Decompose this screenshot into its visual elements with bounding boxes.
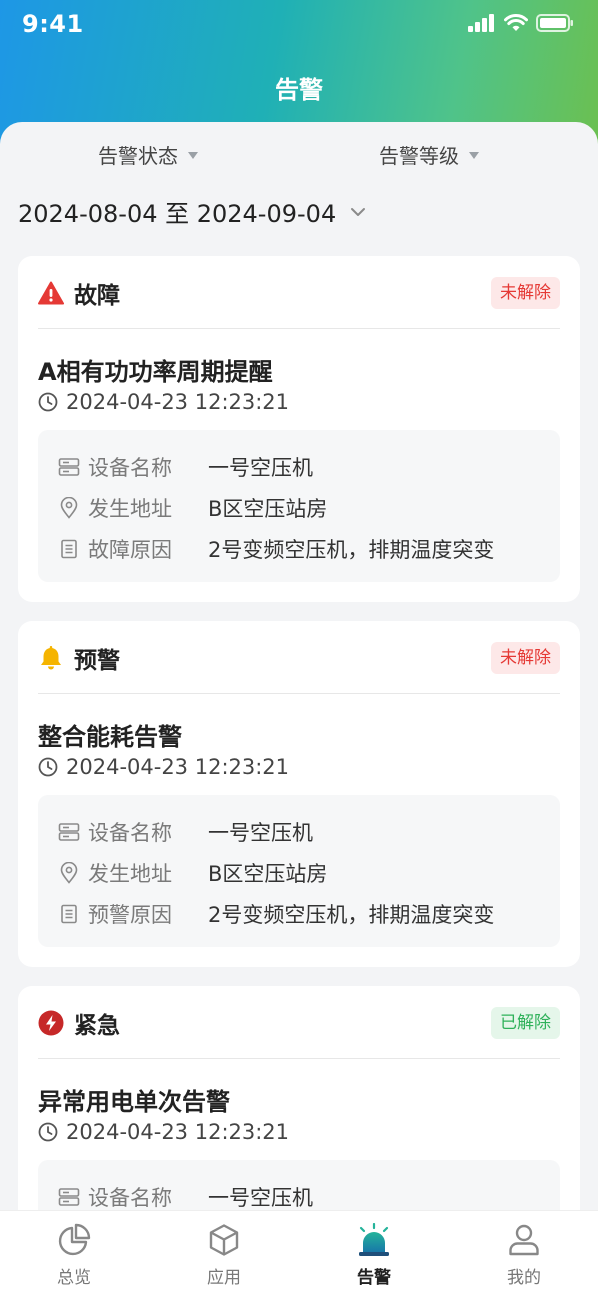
cube-icon [209, 1224, 239, 1256]
alert-type: 紧急 [74, 1013, 120, 1039]
pie-chart-icon [58, 1223, 91, 1256]
alarm-light-icon [359, 1223, 389, 1256]
device-value: 一号空压机 [208, 456, 313, 480]
document-icon [61, 539, 77, 559]
user-icon [509, 1224, 539, 1256]
alert-time: 2024-04-23 12:23:21 [38, 390, 289, 414]
fault-warning-icon [38, 281, 64, 305]
alert-type: 故障 [74, 283, 120, 309]
alert-info-box: 设备名称 一号空压机 发生地址 B区空压站房 预警原因 2号变频空压机，排期温度… [38, 795, 560, 947]
reason-label: 预警原因 [88, 903, 172, 927]
alert-status-filter-label: 告警状态 [98, 144, 178, 168]
location-value: B区空压站房 [208, 862, 328, 886]
status-time: 9:41 [22, 10, 84, 38]
chevron-down-icon [351, 207, 366, 216]
location-label: 发生地址 [88, 862, 172, 886]
location-label: 发生地址 [88, 497, 172, 521]
alert-card-header: 预警 [38, 641, 120, 675]
tab-alerts[interactable]: 告警 [324, 1223, 424, 1288]
alert-title: A相有功功率周期提醒 [38, 358, 273, 386]
caret-down-icon [188, 152, 198, 159]
alert-time: 2024-04-23 12:23:21 [38, 1120, 289, 1144]
alert-time-text: 2024-04-23 12:23:21 [66, 755, 290, 779]
alert-card-header: 故障 [38, 276, 120, 310]
reason-label: 故障原因 [88, 538, 172, 562]
device-label: 设备名称 [88, 1186, 172, 1210]
page-title: 告警 [275, 76, 323, 104]
tab-mine-label: 我的 [507, 1268, 541, 1288]
tab-alerts-label: 告警 [357, 1268, 391, 1288]
battery-icon [536, 14, 573, 32]
wifi-icon [504, 14, 528, 31]
device-row: 设备名称 一号空压机 [58, 1182, 313, 1212]
tab-overview[interactable]: 总览 [24, 1223, 124, 1288]
document-icon [61, 904, 77, 924]
location-value: B区空压站房 [208, 497, 328, 521]
reason-value: 2号变频空压机，排期温度突变 [208, 903, 495, 927]
bell-icon [41, 646, 61, 670]
device-icon [58, 458, 80, 476]
alert-time-text: 2024-04-23 12:23:21 [66, 390, 290, 414]
status-badge: 已解除 [491, 1007, 560, 1039]
device-value: 一号空压机 [208, 1186, 313, 1210]
alert-time-text: 2024-04-23 12:23:21 [66, 1120, 290, 1144]
lightning-icon [38, 1010, 64, 1036]
status-icons [468, 14, 574, 32]
location-pin-icon [60, 497, 78, 519]
alert-title: 异常用电单次告警 [38, 1088, 230, 1116]
device-icon [58, 1188, 80, 1206]
alert-info-box: 设备名称 一号空压机 发生地址 B区空压站房 故障原因 2号变频空压机，排期温度… [38, 430, 560, 582]
alert-card[interactable]: 预警 未解除 整合能耗告警 2024-04-23 12:23:21 设备名称 一… [18, 621, 580, 967]
tab-apps-label: 应用 [207, 1268, 241, 1288]
alert-title: 整合能耗告警 [38, 723, 182, 751]
alert-card[interactable]: 紧急 已解除 异常用电单次告警 2024-04-23 12:23:21 设备名称… [18, 986, 580, 1212]
device-value: 一号空压机 [208, 821, 313, 845]
reason-value: 2号变频空压机，排期温度突变 [208, 538, 495, 562]
location-pin-icon [60, 862, 78, 884]
signal-icon [468, 14, 494, 32]
filter-bar: 告警状态 告警等级 [0, 140, 598, 176]
tab-mine[interactable]: 我的 [474, 1223, 574, 1288]
clock-icon [38, 392, 58, 412]
alert-status-filter[interactable]: 告警状态 [98, 140, 198, 169]
device-label: 设备名称 [88, 456, 172, 480]
caret-down-icon [469, 152, 479, 159]
status-bar: 9:41 [0, 0, 598, 52]
alert-level-filter-label: 告警等级 [379, 144, 459, 168]
location-row: 发生地址 B区空压站房 [58, 858, 327, 888]
device-icon [58, 823, 80, 841]
reason-row: 故障原因 2号变频空压机，排期温度突变 [58, 534, 494, 564]
divider [38, 1058, 560, 1059]
alert-card[interactable]: 故障 未解除 A相有功功率周期提醒 2024-04-23 12:23:21 设备… [18, 256, 580, 602]
alert-card-header: 紧急 [38, 1006, 120, 1040]
location-row: 发生地址 B区空压站房 [58, 493, 327, 523]
alert-level-filter[interactable]: 告警等级 [379, 140, 479, 169]
status-badge: 未解除 [491, 642, 560, 674]
device-row: 设备名称 一号空压机 [58, 452, 313, 482]
date-range-text: 2024-08-04 至 2024-09-04 [18, 200, 337, 228]
alert-info-box: 设备名称 一号空压机 [38, 1160, 560, 1212]
device-label: 设备名称 [88, 821, 172, 845]
alert-time: 2024-04-23 12:23:21 [38, 755, 289, 779]
reason-row: 预警原因 2号变频空压机，排期温度突变 [58, 899, 494, 929]
divider [38, 693, 560, 694]
date-range-selector[interactable]: 2024-08-04 至 2024-09-04 [18, 194, 366, 229]
content-sheet: 告警状态 告警等级 2024-08-04 至 2024-09-04 故障 未解除… [0, 122, 598, 1212]
status-badge: 未解除 [491, 277, 560, 309]
divider [38, 328, 560, 329]
clock-icon [38, 757, 58, 777]
alert-type: 预警 [74, 648, 120, 674]
tab-overview-label: 总览 [57, 1268, 91, 1288]
bottom-tab-bar: 总览 应用 告警 我的 [0, 1210, 598, 1300]
device-row: 设备名称 一号空压机 [58, 817, 313, 847]
tab-apps[interactable]: 应用 [174, 1223, 274, 1288]
clock-icon [38, 1122, 58, 1142]
